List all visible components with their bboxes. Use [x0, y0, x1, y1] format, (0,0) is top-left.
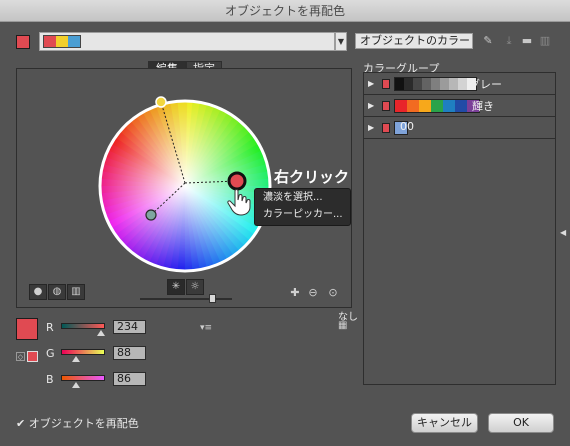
save-group-icon[interactable]: ⤓ — [502, 34, 516, 48]
channel-value-input[interactable]: 88 — [113, 346, 146, 360]
cancel-button[interactable]: キャンセル — [411, 413, 478, 433]
show-saturation-button[interactable]: ✳ — [167, 279, 185, 295]
channel-value-input[interactable]: 234 — [113, 320, 146, 334]
group-color-swatch[interactable] — [431, 78, 440, 90]
group-name: 輝き — [472, 100, 494, 113]
current-color-cell[interactable] — [44, 36, 56, 47]
out-of-gamut-icon[interactable]: ◇ — [16, 352, 25, 361]
show-brightness-button[interactable]: ☼ — [186, 279, 204, 295]
group-indicator-swatch — [382, 123, 390, 133]
brightness-slider-track[interactable] — [140, 298, 232, 300]
selected-color-swatch[interactable] — [16, 318, 38, 340]
group-color-swatch[interactable] — [404, 78, 413, 90]
group-color-swatch[interactable] — [440, 78, 449, 90]
segmented-wheel-button[interactable]: ◍ — [48, 284, 66, 300]
group-color-swatch[interactable] — [455, 100, 467, 112]
group-color-swatch[interactable] — [422, 78, 431, 90]
group-color-swatch[interactable] — [407, 100, 419, 112]
handle-yellow[interactable] — [155, 96, 167, 108]
channel-slider-track[interactable] — [61, 349, 105, 355]
remove-color-tool-icon[interactable]: ⊖ — [306, 286, 320, 299]
color-group-row[interactable]: ▶ 輝き — [364, 95, 555, 117]
color-mode-menu-icon[interactable]: ▾≡ — [200, 323, 212, 333]
current-colors-cells — [43, 35, 81, 48]
ok-button[interactable]: OK — [488, 413, 554, 433]
group-color-swatch[interactable] — [458, 78, 467, 90]
harmony-rules-dropdown[interactable]: オブジェクトのカラー — [355, 33, 473, 49]
current-color-cell[interactable] — [68, 36, 80, 47]
menu-item-select-shades[interactable]: 濃淡を選択... — [255, 189, 350, 206]
channel-slider-track[interactable] — [61, 375, 105, 381]
group-color-swatch[interactable] — [419, 100, 431, 112]
group-color-swatch[interactable] — [443, 100, 455, 112]
group-name: 00 — [400, 120, 414, 133]
channel-label: G — [46, 347, 55, 360]
active-color-swatch[interactable] — [16, 35, 30, 49]
hand-cursor-icon — [227, 189, 251, 216]
group-color-swatch[interactable] — [395, 78, 404, 90]
expand-arrow-icon[interactable]: ▶ — [368, 79, 374, 88]
checkbox-label: オブジェクトを再配色 — [28, 417, 139, 430]
color-group-row[interactable]: ▶ グレー — [364, 73, 555, 95]
channel-slider-thumb[interactable] — [71, 382, 80, 388]
handle-base-red[interactable] — [227, 171, 247, 191]
color-bars-button[interactable]: ▥ — [67, 284, 85, 300]
checkbox-checkmark-icon: ✔ — [16, 417, 26, 430]
group-swatches — [394, 77, 477, 91]
handle-blue[interactable] — [145, 209, 157, 221]
current-colors-dropdown-arrow[interactable]: ▼ — [335, 32, 347, 51]
color-mode-icon[interactable]: ▦ — [338, 320, 347, 331]
current-colors-bar[interactable] — [39, 32, 335, 51]
menu-item-color-picker[interactable]: カラーピッカー... — [255, 206, 350, 223]
group-color-swatch[interactable] — [431, 100, 443, 112]
group-swatches — [394, 99, 480, 113]
eyedropper-icon[interactable]: ✎ — [481, 34, 495, 48]
group-color-swatch[interactable] — [449, 78, 458, 90]
brightness-slider-thumb[interactable] — [209, 294, 216, 303]
trash-icon[interactable]: ▥ — [538, 34, 552, 48]
channel-slider-track[interactable] — [61, 323, 105, 329]
link-harmony-colors-icon[interactable]: ⊙ — [326, 286, 340, 299]
group-name: グレー — [469, 78, 502, 91]
right-click-annotation: 右クリック — [274, 168, 350, 186]
folder-icon[interactable]: ▬ — [520, 34, 534, 48]
group-color-swatch[interactable] — [413, 78, 422, 90]
gamut-swatch[interactable] — [27, 351, 38, 362]
smooth-wheel-button[interactable]: ● — [29, 284, 47, 300]
channel-label: R — [46, 321, 54, 334]
channel-label: B — [46, 373, 54, 386]
recolor-artwork-checkbox[interactable]: ✔ オブジェクトを再配色 — [16, 415, 139, 431]
current-color-cell[interactable] — [56, 36, 68, 47]
group-color-swatch[interactable] — [395, 100, 407, 112]
channel-slider-thumb[interactable] — [97, 330, 106, 336]
expand-arrow-icon[interactable]: ▶ — [368, 101, 374, 110]
expand-arrow-icon[interactable]: ▶ — [368, 123, 374, 132]
group-indicator-swatch — [382, 101, 390, 111]
color-group-row[interactable]: ▶ 00 — [364, 117, 555, 139]
channel-value-input[interactable]: 86 — [113, 372, 146, 386]
context-menu: 濃淡を選択... カラーピッカー... — [254, 188, 351, 226]
window-title: オブジェクトを再配色 — [0, 0, 570, 22]
channel-slider-thumb[interactable] — [72, 356, 81, 362]
add-color-tool-icon[interactable]: ✚ — [288, 286, 302, 299]
group-indicator-swatch — [382, 79, 390, 89]
collapse-panel-icon[interactable]: ◀ — [560, 228, 566, 237]
color-wheel[interactable] — [95, 96, 275, 276]
